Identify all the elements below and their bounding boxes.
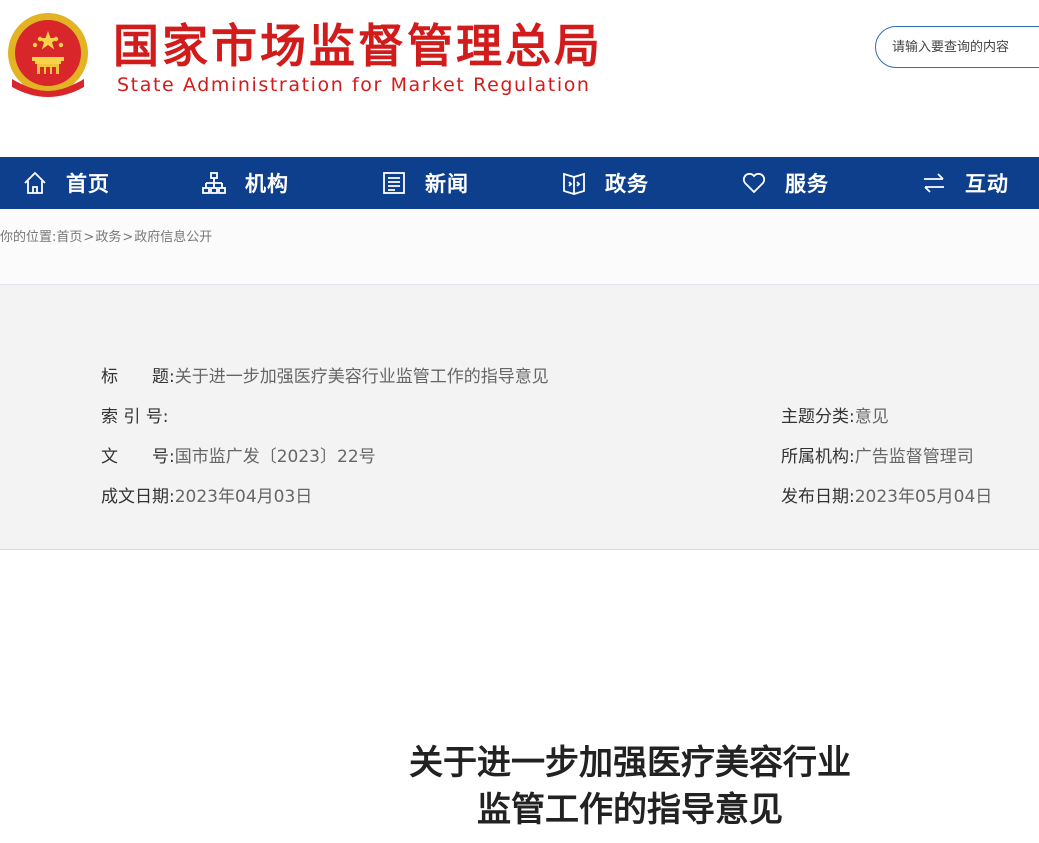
nav-item-interaction[interactable]: 互动 (921, 157, 1009, 209)
nav-item-home[interactable]: 首页 (22, 157, 110, 209)
meta-org-label: 所属机构: (781, 447, 855, 467)
breadcrumb-bar: 你的位置:首页>政务>政府信息公开 (0, 209, 1039, 285)
site-logo-subtitle: State Administration for Market Regulati… (117, 74, 591, 96)
meta-title-value: 关于进一步加强医疗美容行业监管工作的指导意见 (174, 367, 549, 387)
site-logo-title[interactable]: 国家市场监督管理总局 (113, 18, 603, 74)
meta-published-label: 发布日期: (781, 487, 855, 507)
meta-docno-label: 文 号: (101, 447, 175, 467)
breadcrumb-separator: > (83, 230, 95, 245)
nav-item-organization[interactable]: 机构 (201, 157, 289, 209)
national-emblem-icon (8, 13, 88, 97)
breadcrumb: 你的位置:首页>政务>政府信息公开 (0, 226, 212, 245)
main-nav: 首页 机构 新闻 政务 服务 互动 (0, 157, 1039, 209)
breadcrumb-prefix: 你的位置: (0, 230, 57, 245)
heart-icon (742, 172, 766, 194)
meta-topic-label: 主题分类: (781, 407, 855, 427)
nav-label-news: 新闻 (425, 172, 469, 196)
meta-row-docno: 文 号:国市监广发〔2023〕22号 (101, 445, 376, 469)
government-affairs-icon (563, 172, 585, 195)
meta-title-label: 标 题: (101, 367, 175, 387)
article-title: 关于进一步加强医疗美容行业 监管工作的指导意见 (330, 740, 930, 834)
meta-index-label: 索 引 号: (101, 407, 169, 427)
meta-row-title: 标 题:关于进一步加强医疗美容行业监管工作的指导意见 (101, 365, 549, 389)
nav-item-services[interactable]: 服务 (741, 157, 829, 209)
meta-created-value: 2023年04月03日 (174, 487, 313, 507)
news-icon (383, 172, 405, 194)
breadcrumb-link-home[interactable]: 首页 (56, 230, 82, 245)
home-icon (24, 171, 46, 194)
meta-topic-value: 意见 (854, 407, 889, 427)
nav-label-interaction: 互动 (965, 172, 1009, 196)
meta-published-value: 2023年05月04日 (854, 487, 993, 507)
org-chart-icon (202, 172, 226, 194)
nav-label-organization: 机构 (245, 172, 289, 196)
nav-item-affairs[interactable]: 政务 (561, 157, 649, 209)
breadcrumb-link-affairs[interactable]: 政务 (95, 230, 121, 245)
meta-row-index: 索 引 号: (101, 405, 169, 429)
site-header: 国家市场监督管理总局 State Administration for Mark… (0, 0, 1039, 157)
article-title-line: 关于进一步加强医疗美容行业 (409, 743, 851, 783)
meta-row-published: 发布日期:2023年05月04日 (781, 485, 992, 509)
nav-item-news[interactable]: 新闻 (381, 157, 469, 209)
breadcrumb-separator: > (122, 230, 134, 245)
nav-label-home: 首页 (66, 172, 110, 196)
nav-label-services: 服务 (785, 172, 829, 196)
meta-org-value: 广告监督管理司 (854, 447, 974, 467)
search-input[interactable] (875, 26, 1039, 68)
exchange-icon (924, 173, 944, 193)
meta-row-org: 所属机构:广告监督管理司 (781, 445, 974, 469)
breadcrumb-link-info-disclosure[interactable]: 政府信息公开 (134, 230, 212, 245)
meta-row-created: 成文日期:2023年04月03日 (101, 485, 312, 509)
nav-label-affairs: 政务 (605, 172, 649, 196)
meta-docno-value: 国市监广发〔2023〕22号 (174, 447, 376, 467)
article-title-line: 监管工作的指导意见 (477, 790, 783, 830)
document-metadata-panel: 标 题:关于进一步加强医疗美容行业监管工作的指导意见 索 引 号: 主题分类:意… (0, 285, 1039, 550)
meta-row-topic: 主题分类:意见 (781, 405, 889, 429)
meta-created-label: 成文日期: (101, 487, 175, 507)
